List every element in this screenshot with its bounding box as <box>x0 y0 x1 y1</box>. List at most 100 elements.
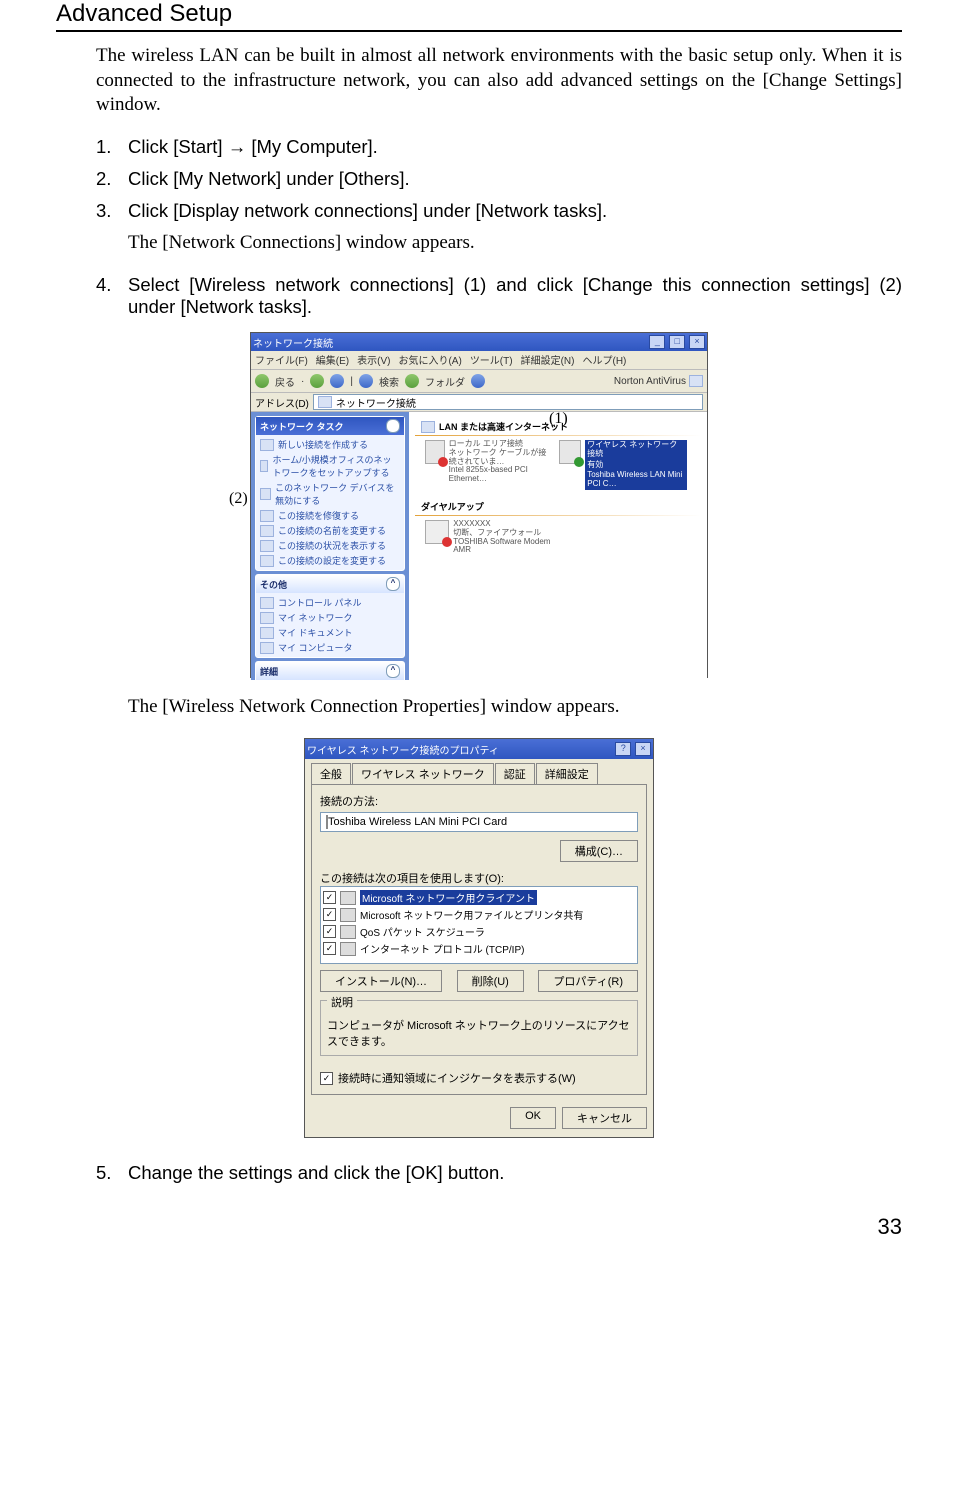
list-item[interactable]: ✓QoS パケット スケジューラ <box>323 923 635 940</box>
uninstall-button[interactable]: 削除(U) <box>457 970 524 992</box>
item-icon <box>340 925 356 939</box>
collapse-icon[interactable]: ^ <box>386 664 400 678</box>
step-4: 4. Select [Wireless network connections]… <box>96 274 902 318</box>
other-item[interactable]: マイ ドキュメント <box>260 625 400 640</box>
menu-fav[interactable]: お気に入り(A) <box>398 352 461 368</box>
address-label: アドレス(D) <box>255 395 309 410</box>
task-item[interactable]: ホーム/小規模オフィスのネットワークをセットアップする <box>260 452 400 480</box>
menu-edit[interactable]: 編集(E) <box>316 352 349 368</box>
connection-wlan[interactable]: ワイヤレス ネットワーク接続 有効 Toshiba Wireless LAN M… <box>559 440 687 490</box>
others-panel-title: その他 <box>260 578 287 591</box>
configure-button[interactable]: 構成(C)… <box>560 840 638 862</box>
checkbox-icon[interactable]: ✓ <box>323 891 336 904</box>
install-button[interactable]: インストール(N)… <box>320 970 442 992</box>
maximize-icon[interactable]: □ <box>669 335 685 349</box>
window-titlebar[interactable]: ネットワーク接続 _ □ × <box>251 333 707 351</box>
menu-file[interactable]: ファイル(F) <box>255 352 308 368</box>
connection-dialup[interactable]: XXXXXXX 切断、ファイアウォール TOSHIBA Software Mod… <box>425 520 553 555</box>
forward-icon[interactable] <box>310 374 324 388</box>
connection-device: Toshiba Wireless LAN Mini PCI C… <box>585 470 687 490</box>
collapse-icon[interactable]: ^ <box>386 419 400 433</box>
step-1-text: Click [Start] → [My Computer]. <box>128 136 902 158</box>
figure-network-connections: (1) (2) ネットワーク接続 _ □ × ファイル(F) 編集(E) 表示(… <box>250 332 708 678</box>
connection-status: ネットワーク ケーブルが接続されていま… <box>449 449 553 467</box>
step-2-num: 2. <box>96 168 128 190</box>
section-divider <box>415 515 701 516</box>
close-icon[interactable]: × <box>689 335 705 349</box>
address-bar: アドレス(D) ネットワーク接続 <box>251 393 707 412</box>
tasks-panel-title: ネットワーク タスク <box>260 420 344 433</box>
task-item[interactable]: この接続の状況を表示する <box>260 538 400 553</box>
up-icon[interactable] <box>330 374 344 388</box>
checkbox-icon[interactable]: ✓ <box>323 908 336 921</box>
connection-lan[interactable]: ローカル エリア接続 ネットワーク ケーブルが接続されていま… Intel 82… <box>425 440 553 490</box>
checkbox-icon[interactable]: ✓ <box>323 942 336 955</box>
step-2-text: Click [My Network] under [Others]. <box>128 168 902 190</box>
task-icon <box>260 460 268 472</box>
folders-icon[interactable] <box>405 374 419 388</box>
help-icon[interactable]: ? <box>615 742 631 756</box>
tab-auth[interactable]: 認証 <box>495 763 535 784</box>
step-3-text: Click [Display network connections] unde… <box>128 200 902 222</box>
nav-icon[interactable] <box>689 375 703 387</box>
components-list[interactable]: ✓Microsoft ネットワーク用クライアント ✓Microsoft ネットワ… <box>320 886 638 964</box>
address-value: ネットワーク接続 <box>336 395 416 410</box>
back-icon[interactable] <box>255 374 269 388</box>
properties-button[interactable]: プロパティ(R) <box>538 970 638 992</box>
back-button[interactable]: 戻る <box>275 374 295 389</box>
item-icon <box>340 891 356 905</box>
task-item[interactable]: このネットワーク デバイスを無効にする <box>260 480 400 508</box>
intro-paragraph: The wireless LAN can be built in almost … <box>56 44 902 118</box>
connection-device: Intel 8255x-based PCI Ethernet… <box>449 466 553 484</box>
page-title: Advanced Setup <box>56 0 902 32</box>
figure-properties-dialog: ワイヤレス ネットワーク接続のプロパティ ? × 全般 ワイヤレス ネットワーク… <box>304 738 654 1138</box>
showicon-checkbox[interactable]: ✓ <box>320 1072 333 1085</box>
menu-adv[interactable]: 詳細設定(N) <box>521 352 575 368</box>
description-fieldset: 説明 コンピュータが Microsoft ネットワーク上のリソースにアクセスでき… <box>320 1000 638 1056</box>
menu-view[interactable]: 表示(V) <box>357 352 390 368</box>
step-5-num: 5. <box>96 1162 128 1184</box>
step-3-note: The [Network Connections] window appears… <box>128 232 902 254</box>
step-5: 5. Change the settings and click the [OK… <box>96 1162 902 1184</box>
close-icon[interactable]: × <box>635 742 651 756</box>
folders-button[interactable]: フォルダ <box>425 374 465 389</box>
search-button[interactable]: 検索 <box>379 374 399 389</box>
other-item[interactable]: マイ コンピュータ <box>260 640 400 655</box>
menu-tools[interactable]: ツール(T) <box>470 352 513 368</box>
task-item[interactable]: この接続の設定を変更する <box>260 553 400 568</box>
cancel-button[interactable]: キャンセル <box>562 1107 647 1129</box>
tab-body: 接続の方法: Toshiba Wireless LAN Mini PCI Car… <box>311 784 647 1095</box>
other-item[interactable]: コントロール パネル <box>260 595 400 610</box>
tab-general[interactable]: 全般 <box>311 763 351 784</box>
tab-advanced[interactable]: 詳細設定 <box>536 763 598 784</box>
checkbox-icon[interactable]: ✓ <box>323 925 336 938</box>
step-4-text: Select [Wireless network connections] (1… <box>128 274 902 318</box>
step-1: 1. Click [Start] → [My Computer]. <box>96 136 902 158</box>
nav-right-label: Norton AntiVirus <box>614 376 686 387</box>
search-icon[interactable] <box>359 374 373 388</box>
other-item[interactable]: マイ ネットワーク <box>260 610 400 625</box>
list-item[interactable]: ✓Microsoft ネットワーク用クライアント <box>323 889 635 906</box>
menu-bar[interactable]: ファイル(F) 編集(E) 表示(V) お気に入り(A) ツール(T) 詳細設定… <box>251 351 707 370</box>
list-item[interactable]: ✓Microsoft ネットワーク用ファイルとプリンタ共有 <box>323 906 635 923</box>
uses-label: この接続は次の項目を使用します(O): <box>320 870 638 886</box>
tasks-panel: ネットワーク タスク ^ 新しい接続を作成する ホーム/小規模オフィスのネットワ… <box>255 416 405 571</box>
task-item[interactable]: この接続の名前を変更する <box>260 523 400 538</box>
ok-button[interactable]: OK <box>510 1107 556 1129</box>
minimize-icon[interactable]: _ <box>649 335 665 349</box>
tab-wireless[interactable]: ワイヤレス ネットワーク <box>352 763 494 784</box>
task-item[interactable]: 新しい接続を作成する <box>260 437 400 452</box>
callout-1: (1) <box>549 410 568 428</box>
description-text: コンピュータが Microsoft ネットワーク上のリソースにアクセスできます。 <box>327 1017 631 1049</box>
views-icon[interactable] <box>471 374 485 388</box>
connection-name: ワイヤレス ネットワーク接続 <box>585 440 687 460</box>
list-item[interactable]: ✓インターネット プロトコル (TCP/IP) <box>323 940 635 957</box>
task-icon <box>260 540 274 552</box>
task-item[interactable]: この接続を修復する <box>260 508 400 523</box>
dialog-titlebar[interactable]: ワイヤレス ネットワーク接続のプロパティ ? × <box>305 739 653 759</box>
address-field[interactable]: ネットワーク接続 <box>313 394 703 410</box>
showicon-label: 接続時に通知領域にインジケータを表示する(W) <box>338 1070 576 1086</box>
menu-help[interactable]: ヘルプ(H) <box>582 352 626 368</box>
section-divider <box>415 435 701 436</box>
collapse-icon[interactable]: ^ <box>386 577 400 591</box>
